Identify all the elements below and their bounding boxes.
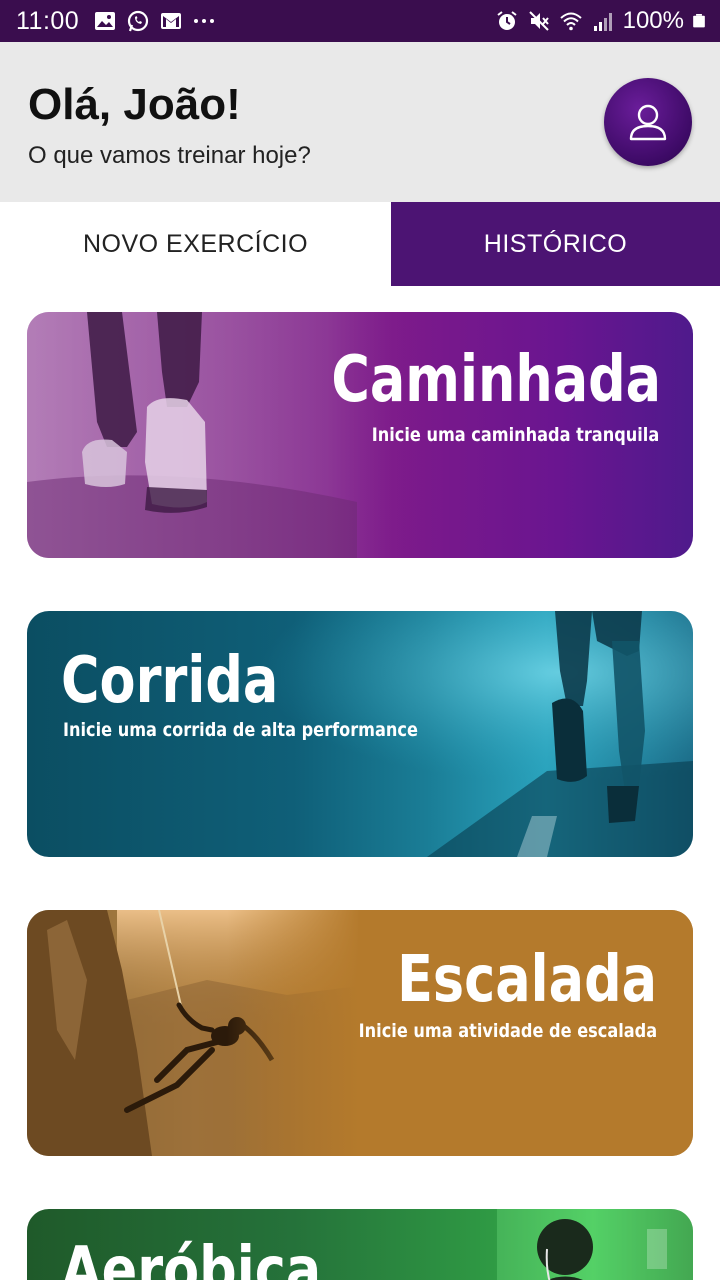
image-icon xyxy=(95,12,116,30)
card-description: Inicie uma atividade de escalada xyxy=(358,1020,657,1042)
card-title: Corrida xyxy=(61,644,279,718)
greeting-subtitle: O que vamos treinar hoje? xyxy=(28,142,311,169)
tab-historico[interactable]: HISTÓRICO xyxy=(391,202,720,286)
status-time: 11:00 xyxy=(16,6,80,35)
profile-avatar-button[interactable] xyxy=(604,78,692,166)
tab-novo-exercicio[interactable]: NOVO EXERCÍCIO xyxy=(0,202,391,286)
tab-bar: NOVO EXERCÍCIO HISTÓRICO xyxy=(0,202,720,286)
card-title: Aeróbica xyxy=(61,1234,322,1280)
notification-icons xyxy=(93,9,216,33)
alarm-icon xyxy=(497,11,517,30)
whatsapp-icon xyxy=(128,10,149,32)
greeting-title: Olá, João! xyxy=(28,80,241,129)
more-dots-icon xyxy=(194,19,215,23)
user-icon xyxy=(629,104,667,141)
card-description: Inicie uma corrida de alta performance xyxy=(63,719,418,741)
card-description: Inicie uma caminhada tranquila xyxy=(371,424,659,446)
header: Olá, João! O que vamos treinar hoje? xyxy=(0,42,720,202)
exercise-card-caminhada[interactable]: Caminhada Inicie uma caminhada tranquila xyxy=(27,312,693,558)
exercise-card-corrida[interactable]: Corrida Inicie uma corrida de alta perfo… xyxy=(27,611,693,857)
card-title: Caminhada xyxy=(331,343,661,417)
status-bar: 11:00 100% xyxy=(0,0,720,42)
system-icons: 100% xyxy=(495,7,706,35)
gmail-icon xyxy=(161,13,182,29)
signal-icon xyxy=(593,13,612,31)
mute-icon xyxy=(528,11,549,31)
wifi-icon xyxy=(559,12,582,31)
exercise-card-aerobica[interactable]: Aeróbica xyxy=(27,1209,693,1280)
battery-percent: 100% xyxy=(622,7,684,34)
battery-icon xyxy=(693,14,705,28)
exercise-card-escalada[interactable]: Escalada Inicie uma atividade de escalad… xyxy=(27,910,693,1156)
card-title: Escalada xyxy=(397,943,657,1017)
